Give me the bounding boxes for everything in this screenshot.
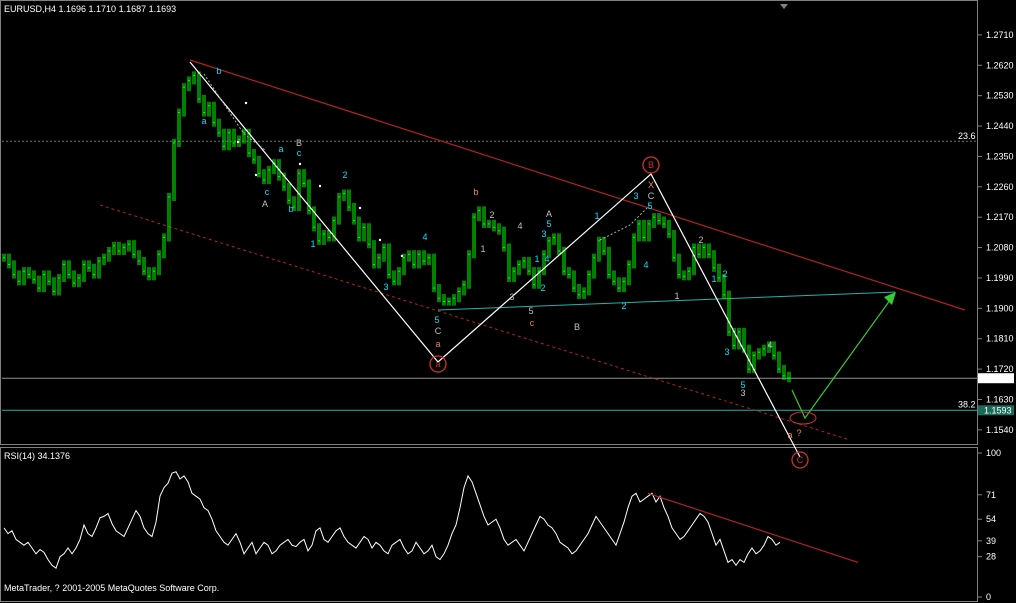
- wave-label: 1: [594, 211, 599, 221]
- wave-label: 1: [310, 239, 315, 249]
- wave-label: A: [546, 209, 552, 219]
- projection-arrow-line: [791, 295, 894, 420]
- wave-circle-label: a: [435, 359, 440, 369]
- rsi-tick-label: 100: [986, 448, 1001, 458]
- wave-label: ?: [796, 428, 801, 438]
- price-tick-label: 1.1900: [986, 303, 1014, 313]
- wave-label: 1: [711, 274, 716, 284]
- wave-label: 4: [767, 340, 772, 350]
- fractal-dot: [244, 101, 248, 105]
- rsi-line: [3, 471, 781, 569]
- wave-label: C: [435, 326, 442, 336]
- price-tick-label: 1.2350: [986, 151, 1014, 161]
- rsi-tick-label: 71: [986, 490, 996, 500]
- wave-label: a: [787, 430, 792, 440]
- wave-label: a: [435, 339, 440, 349]
- wave-label: 3: [541, 229, 546, 239]
- wave-label: 2: [540, 283, 545, 293]
- price-tick-label: 1.2080: [986, 243, 1014, 253]
- projection-arrow-head-icon: [884, 292, 896, 305]
- fractal-dot: [378, 238, 382, 242]
- price-tick-label: 1.1810: [986, 334, 1014, 344]
- wave-label: 4: [643, 260, 648, 270]
- fib-23-6-label: 23.6: [958, 131, 976, 141]
- wave-abc-line: [189, 61, 801, 458]
- wave-label: 5: [434, 315, 439, 325]
- wave-label: 3: [724, 347, 729, 357]
- fractal-dot: [236, 140, 240, 144]
- fractal-dot: [298, 162, 302, 166]
- wave-label: 1: [480, 244, 485, 254]
- rsi-trend-line: [647, 492, 859, 564]
- wave-label: 5: [528, 306, 533, 316]
- wave-label: C: [648, 191, 655, 201]
- wave-label: 2: [489, 210, 494, 220]
- wave-label: b: [288, 204, 293, 214]
- wave-label: a: [278, 144, 283, 154]
- wave-label: B: [296, 138, 302, 148]
- price-tick-label: 1.1630: [986, 394, 1014, 404]
- price-tick-label: 1.2170: [986, 212, 1014, 222]
- price-tick-label: 1.2260: [986, 182, 1014, 192]
- wave-label: c: [265, 187, 270, 197]
- wave-label: 5: [647, 201, 652, 211]
- fractal-dot: [254, 173, 258, 177]
- wave-label: 4: [422, 232, 427, 242]
- price-tick-label: 1.2620: [986, 60, 1014, 70]
- wave-label: 3: [509, 292, 514, 302]
- chart-window[interactable]: 1.2710 1.2620 1.2530 1.2440 1.2350 1.2260 1.21…: [0, 0, 1016, 603]
- fib-38-2-label: 38.2: [958, 399, 976, 409]
- channel-upper-line: [189, 59, 966, 311]
- wave-label: 2: [621, 301, 626, 311]
- wave-label: 1: [674, 291, 679, 301]
- rsi-tick-label: 39: [986, 536, 996, 546]
- wave-label: B: [574, 322, 580, 332]
- wave-label: 1: [534, 254, 539, 264]
- wave-label: 3: [633, 191, 638, 201]
- wave-label: b: [216, 66, 221, 76]
- wave-label: 3: [383, 282, 388, 292]
- wave-label: 2: [698, 235, 703, 245]
- price-tick-label: 1.2440: [986, 121, 1014, 131]
- current-price-label: 1.1693: [984, 373, 1012, 383]
- price-tick-label: 1.2710: [986, 30, 1014, 40]
- fractal-dot: [358, 206, 362, 210]
- wave-label: A: [262, 199, 268, 209]
- wave-label: X: [648, 180, 654, 190]
- wave-label: 2: [342, 170, 347, 180]
- wave-circle-label: C: [797, 455, 804, 465]
- price-tick-label: 1.1540: [986, 425, 1014, 435]
- wave-label: b: [473, 187, 478, 197]
- wave-label: 4: [544, 254, 549, 264]
- wave-label: 5: [546, 219, 551, 229]
- price-tick-label: 1.1990: [986, 273, 1014, 283]
- wave-circle-label: B: [648, 160, 654, 170]
- level-price-label: 1.1593: [984, 405, 1012, 415]
- wave-label: 4: [517, 221, 522, 231]
- rsi-tick-label: 0: [986, 592, 991, 602]
- fractal-dot: [400, 254, 404, 258]
- price-tick-label: 1.2530: [986, 91, 1014, 101]
- wave-label: 2: [722, 269, 727, 279]
- wave-label: c: [297, 148, 302, 158]
- fractal-dot: [318, 184, 322, 188]
- wave-label: 3: [740, 388, 745, 398]
- rsi-tick-label: 54: [986, 514, 996, 524]
- wave-label: a: [201, 116, 206, 126]
- chart-shift-marker-icon[interactable]: [780, 4, 788, 9]
- wave-label: c: [530, 318, 535, 328]
- rsi-tick-label: 28: [986, 552, 996, 562]
